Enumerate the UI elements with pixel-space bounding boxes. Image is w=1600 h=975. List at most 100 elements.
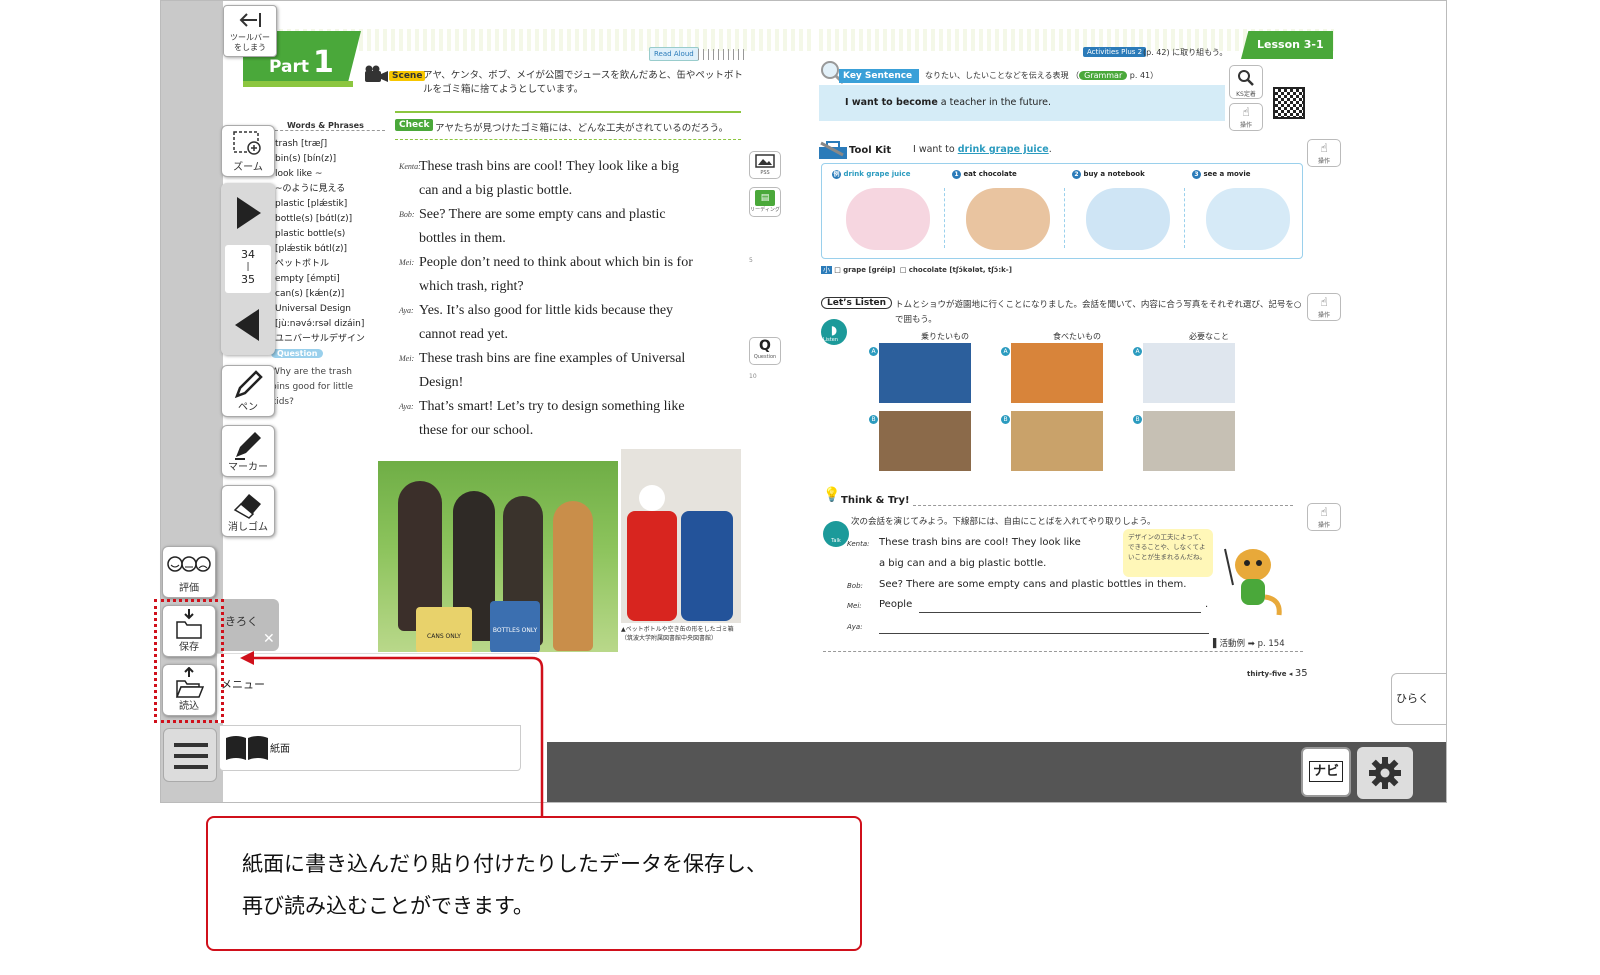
toolkit-item-num: 例 — [832, 170, 841, 179]
next-page-button[interactable] — [221, 183, 275, 243]
zoom-icon — [233, 131, 261, 155]
dialog-line: Aya: Yes. It’s also good for little kids … — [399, 299, 739, 323]
think-operate-button[interactable]: ☝ 操作 — [1307, 503, 1341, 531]
toolkit-operate-label: 操作 — [1317, 158, 1330, 165]
dialog-speaker: Kenta: — [399, 162, 421, 171]
listen-photo — [1143, 343, 1235, 403]
dialog-line: Mei: These trash bins are fine examples o… — [399, 347, 739, 371]
activities-ref: (p. 42) に取り組もう。 — [1143, 48, 1228, 57]
open-panel-button[interactable]: ひらく — [1391, 673, 1446, 725]
toolkit-item-text: eat chocolate — [963, 170, 1017, 178]
word-item: plastic bottle(s) — [275, 229, 346, 239]
eraser-label: 消しゴム — [228, 522, 268, 533]
zoom-button[interactable]: ズーム — [221, 125, 275, 177]
pss-label: PSS — [760, 170, 770, 176]
ks-label: KS定着 — [1236, 91, 1256, 98]
listen-choice-a[interactable]: A — [869, 347, 878, 356]
listen-photo — [1011, 343, 1103, 403]
listen-choice-b[interactable]: B — [1001, 415, 1010, 424]
toolkit-item-label: 2 buy a notebook — [1072, 170, 1145, 179]
listen-choice-a[interactable]: A — [1001, 347, 1010, 356]
ks-button[interactable]: KS定着 — [1229, 65, 1263, 99]
settings-button[interactable] — [1357, 747, 1413, 799]
zoom-label: ズーム — [233, 162, 263, 173]
word-item: look like ~ — [275, 169, 323, 179]
listen-icon-label: Listen — [823, 337, 838, 343]
toolkit-separator — [1184, 188, 1185, 248]
pss-button[interactable]: PSS — [749, 151, 781, 179]
toolkit-item-text: see a movie — [1203, 170, 1251, 178]
can-only-label: CANS ONLY — [427, 633, 461, 640]
vocab-grape: grape [gréip] — [843, 266, 896, 274]
vocab-small-badge: 小 — [821, 266, 832, 274]
think-label: Think & Try! — [841, 495, 910, 506]
dialog-text: Yes. It’s also good for little kids beca… — [419, 303, 674, 318]
marker-icon — [235, 432, 261, 460]
listen-choice-b[interactable]: B — [1133, 415, 1142, 424]
screen: Part 1 Read Aloud Scene アヤ、ケンタ、ボブ、メイが公園で… — [0, 0, 1600, 975]
line-number-10: 10 — [749, 373, 757, 380]
tip-bubble: デザインの工夫によって、できることや、しなくてよいことが生まれるんだね。 — [1123, 529, 1213, 577]
toolkit-sentence: I want to drink grape juice. — [913, 144, 1052, 155]
scene-icon — [363, 65, 389, 85]
navi-button[interactable]: ナビ — [1301, 747, 1351, 797]
toolbox-icon — [817, 139, 849, 161]
listen-choice-a[interactable]: A — [1133, 347, 1142, 356]
navi-label: ナビ — [1308, 761, 1343, 782]
listen-operate-button[interactable]: ☝ 操作 — [1307, 293, 1341, 321]
toolkit-item-text: drink grape juice — [843, 170, 911, 178]
evaluation-button[interactable]: 評価 — [162, 546, 216, 598]
arrow-left-icon — [239, 13, 261, 27]
hide-toolbar-button[interactable]: ツールバー をしまう — [223, 5, 277, 57]
toolkit-operate-button[interactable]: ☝ 操作 — [1307, 139, 1341, 167]
word-item: [jù:nəvə́:rsəl dizáin] — [275, 319, 365, 329]
vocab-line: 小 □ grape [gréip] □ chocolate [tʃɔ́kələt… — [821, 266, 1012, 274]
question-button[interactable]: Q Question — [749, 337, 781, 365]
read-aloud-badge: Read Aloud — [649, 47, 699, 61]
dialog-speaker: Mei: — [399, 258, 415, 267]
record-panel: きろく ✕ — [223, 599, 279, 651]
dialog-text: People don’t need to think about which b… — [419, 255, 693, 270]
listen-text: トムとショウが遊園地に行くことになりました。会話を聞いて、内容に合う写真をそれぞ… — [895, 300, 1302, 325]
image-icon — [755, 154, 775, 168]
part-banner-underline — [243, 81, 353, 87]
key-operate-button[interactable]: ☝ 操作 — [1229, 103, 1263, 131]
activities-label: Activities Plus 2 — [1087, 48, 1143, 56]
listen-choice-b[interactable]: B — [869, 415, 878, 424]
part-number: 1 — [313, 45, 334, 80]
conv-blank-line[interactable] — [879, 633, 1209, 634]
dialog-line-cont: which trash, right? — [399, 275, 739, 299]
bottle-cap — [639, 485, 665, 511]
vocab-chocolate: chocolate [tʃɔ́kələt, tʃɔ́:k-] — [908, 266, 1012, 274]
key-sentence-label: Key Sentence — [843, 71, 913, 81]
reading-icon: ▤ — [755, 190, 775, 206]
prev-page-button[interactable] — [221, 295, 275, 355]
question-sub-label: Question — [753, 354, 777, 360]
key-sentence-bold: I want to become — [845, 97, 938, 108]
marker-button[interactable]: マーカー — [221, 425, 275, 477]
bottom-divider — [823, 651, 1303, 652]
toolkit-sentence-c: . — [1048, 144, 1052, 155]
conv-blank-line[interactable] — [919, 612, 1201, 613]
play-left-icon — [235, 309, 259, 341]
key-sentence-badge: Key Sentence — [839, 69, 919, 83]
check-text: アヤたちが見つけたゴミ箱には、どんな工夫がされているのだろう。 — [435, 123, 729, 134]
conv-text: See? There are some empty cans and plast… — [879, 579, 1187, 590]
check-label-text: Check — [399, 120, 430, 130]
marker-label: マーカー — [228, 462, 268, 473]
scene-label: Scene — [389, 71, 426, 81]
menu-hamburger-button[interactable] — [163, 728, 217, 782]
textbook-spread[interactable]: Part 1 Read Aloud Scene アヤ、ケンタ、ボブ、メイが公園で… — [223, 1, 1446, 742]
reading-button[interactable]: ▤ リーディング — [749, 187, 781, 217]
bottles-only-label: BOTTLES ONLY — [492, 627, 538, 634]
part-label: Part — [269, 57, 309, 77]
page-nav-panel: 34 | 35 — [221, 183, 275, 355]
right-page-num: 35 — [1294, 668, 1308, 679]
record-close-icon[interactable]: ✕ — [263, 631, 275, 647]
hide-toolbar-label: ツールバー をしまう — [230, 33, 270, 52]
pen-button[interactable]: ペン — [221, 365, 275, 417]
key-sentence-rest: a teacher in the future. — [940, 97, 1052, 108]
dialog-line: Mei: People don’t need to think about whi… — [399, 251, 739, 275]
eraser-button[interactable]: 消しゴム — [221, 485, 275, 537]
conv-speaker: Bob: — [847, 582, 863, 590]
